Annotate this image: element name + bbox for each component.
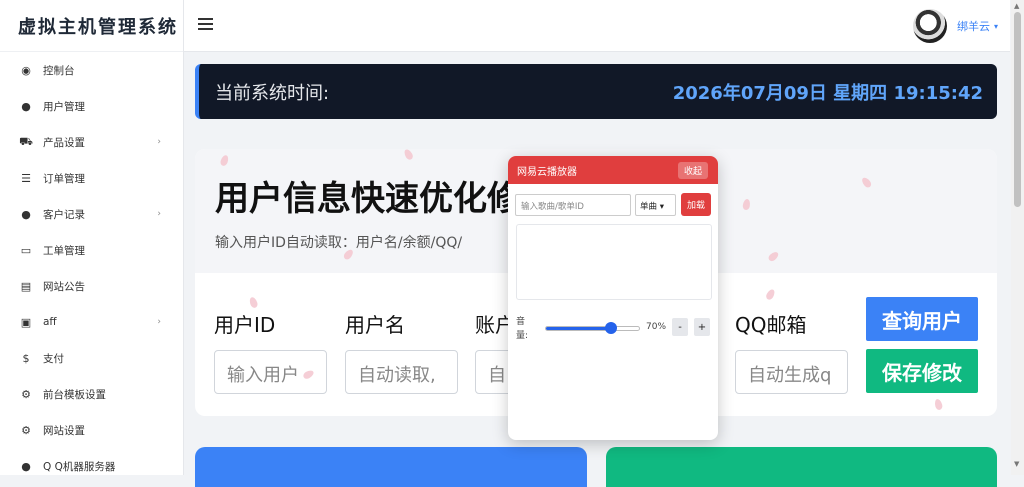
sidebar-item-label: 订单管理 xyxy=(43,172,85,185)
petal-decoration xyxy=(248,296,259,309)
sidebar-item[interactable]: ▭ 工单管理 xyxy=(0,232,183,268)
sidebar-item[interactable]: ⛟ 产品设置 › xyxy=(0,124,183,160)
volume-percent: 70% xyxy=(646,322,667,332)
play-mode-select[interactable]: 单曲 ▾ xyxy=(635,193,676,216)
sidebar: 虚拟主机管理系统 ◉ 控制台 ● 用户管理 ⛟ 产品设置 › ☰ 订单管理 ● 客户记录 › ▭ 工单管理… xyxy=(0,0,184,475)
list-icon: ☰ xyxy=(21,171,31,185)
volume-up-button[interactable]: + xyxy=(694,318,710,336)
dashboard-icon: ◉ xyxy=(21,63,31,77)
dollar-icon: $ xyxy=(22,351,30,365)
player-header: 网易云播放器 收起 xyxy=(508,156,718,184)
sidebar-item-label: 支付 xyxy=(43,352,64,365)
hamburger-menu-icon[interactable] xyxy=(198,18,213,30)
caret-down-icon[interactable]: ▾ xyxy=(994,22,998,31)
page-scrollbar[interactable]: ▲ ▼ xyxy=(1011,0,1024,475)
volume-slider-fill xyxy=(546,327,612,330)
gear-icon: ⚙ xyxy=(21,387,31,401)
sidebar-item-label: 前台模板设置 xyxy=(43,388,106,401)
sidebar-item[interactable]: ⚙ 前台模板设置 xyxy=(0,376,183,412)
volume-down-button[interactable]: - xyxy=(672,318,688,336)
sidebar-item-label: 客户记录 xyxy=(43,208,85,221)
sidebar-item[interactable]: ☰ 订单管理 xyxy=(0,160,183,196)
avatar[interactable] xyxy=(912,9,947,43)
netease-music-player: 网易云播放器 收起 输入歌曲/歌单ID 单曲 ▾ 加载 音量: 70% - + xyxy=(508,156,718,440)
field-username: 用户名 自动读取, xyxy=(345,309,458,394)
collapse-button[interactable]: 收起 xyxy=(677,161,708,179)
sidebar-item-label: 用户管理 xyxy=(43,100,85,113)
user-icon: ● xyxy=(21,99,31,113)
scrollbar-thumb[interactable] xyxy=(1014,12,1021,207)
stat-card-blue xyxy=(195,447,587,487)
topbar: 绑羊云 ▾ xyxy=(184,0,1010,52)
chevron-right-icon: › xyxy=(157,209,161,219)
stat-card-green xyxy=(606,447,997,487)
server-icon: ● xyxy=(21,459,31,473)
chevron-right-icon: › xyxy=(157,137,161,147)
sidebar-item[interactable]: ▣ aff › xyxy=(0,304,183,340)
sidebar-item-label: aff xyxy=(43,316,57,328)
field-qq-email: QQ邮箱 自动生成q xyxy=(735,309,848,394)
volume-label: 音量: xyxy=(516,317,529,341)
sidebar-item[interactable]: $ 支付 xyxy=(0,340,183,376)
gear-icon: ⚙ xyxy=(21,423,31,437)
username[interactable]: 绑羊云 xyxy=(957,18,990,34)
ticket-icon: ▣ xyxy=(20,315,32,329)
brand-logo-text: 虚拟主机管理系统 xyxy=(0,0,183,52)
sidebar-item[interactable]: ▤ 网站公告 xyxy=(0,268,183,304)
save-changes-button[interactable]: 保存修改 xyxy=(866,349,978,393)
sidebar-item-label: Q Q机器服务器 xyxy=(43,460,116,473)
cart-icon: ⛟ xyxy=(19,134,33,148)
announcement-icon: ▤ xyxy=(20,279,32,293)
field-user-id: 用户ID 输入用户 xyxy=(214,309,327,394)
load-button[interactable]: 加载 xyxy=(681,193,711,216)
song-id-input[interactable]: 输入歌曲/歌单ID xyxy=(515,193,631,216)
sidebar-item-label: 控制台 xyxy=(43,64,75,77)
sidebar-item-label: 网站公告 xyxy=(43,280,85,293)
sidebar-item[interactable]: ⚙ 网站设置 xyxy=(0,412,183,448)
sidebar-item-label: 网站设置 xyxy=(43,424,85,437)
petal-decoration xyxy=(764,287,777,302)
scroll-down-icon[interactable]: ▼ xyxy=(1014,460,1019,468)
system-time-label: 当前系统时间: xyxy=(215,82,330,104)
volume-slider[interactable] xyxy=(545,322,640,334)
scroll-up-icon[interactable]: ▲ xyxy=(1014,2,1019,10)
chevron-right-icon: › xyxy=(157,317,161,327)
field-label: 用户ID xyxy=(214,313,276,337)
message-icon: ▭ xyxy=(20,243,32,257)
player-controls-row: 输入歌曲/歌单ID 单曲 ▾ 加载 xyxy=(515,193,711,216)
user-menu[interactable]: 绑羊云 ▾ xyxy=(912,9,998,43)
field-label: 用户名 xyxy=(345,313,405,337)
player-title: 网易云播放器 xyxy=(517,166,577,178)
sidebar-item[interactable]: ● 用户管理 xyxy=(0,88,183,124)
sidebar-item[interactable]: ● 客户记录 › xyxy=(0,196,183,232)
sidebar-nav: ◉ 控制台 ● 用户管理 ⛟ 产品设置 › ☰ 订单管理 ● 客户记录 › ▭ 工单管理 ▤ 网站公告 ▣ aff… xyxy=(0,52,183,484)
playlist-area[interactable] xyxy=(516,224,712,300)
field-label: QQ邮箱 xyxy=(735,313,807,337)
sidebar-item-label: 产品设置 xyxy=(43,136,85,149)
username-input[interactable]: 自动读取, xyxy=(345,350,458,394)
user-icon: ● xyxy=(21,207,31,221)
sidebar-item[interactable]: ◉ 控制台 xyxy=(0,52,183,88)
volume-slider-knob[interactable] xyxy=(605,322,618,334)
system-time-value: 2026年07月09日 星期四 19:15:42 xyxy=(672,82,983,104)
sidebar-item-label: 工单管理 xyxy=(43,244,85,257)
sidebar-item[interactable]: ● Q Q机器服务器 xyxy=(0,448,183,484)
qq-email-input[interactable]: 自动生成q xyxy=(735,350,848,394)
petal-decoration xyxy=(933,398,944,411)
system-time-banner: 当前系统时间: 2026年07月09日 星期四 19:15:42 xyxy=(195,64,997,119)
query-user-button[interactable]: 查询用户 xyxy=(866,297,978,341)
